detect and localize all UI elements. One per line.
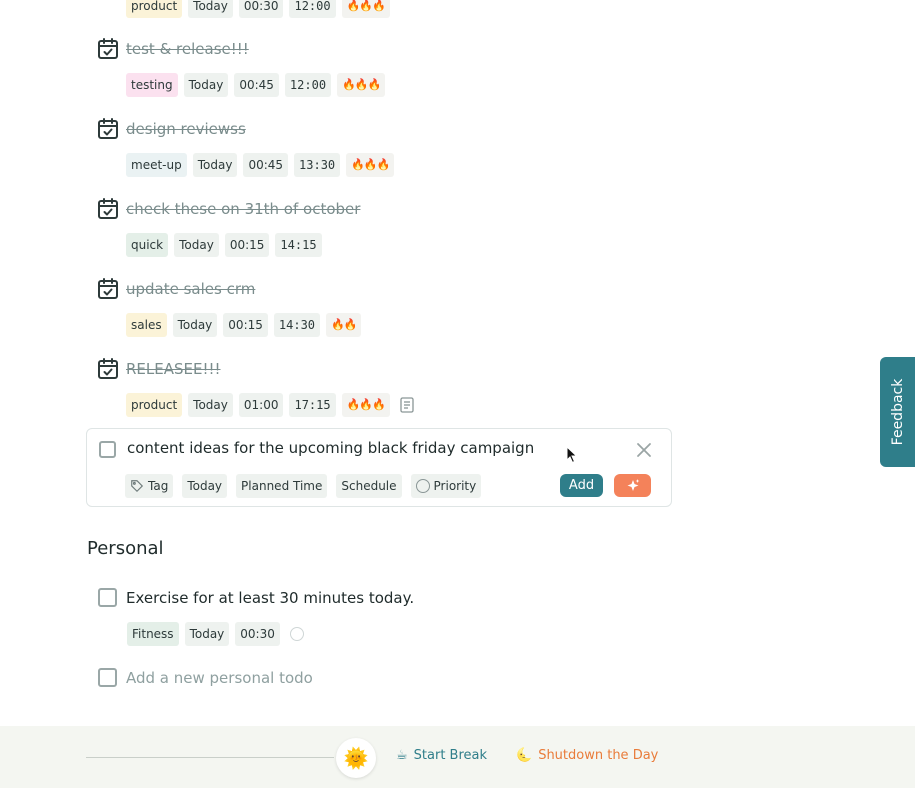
time-chip[interactable]: 12:00: [284, 73, 332, 97]
date-chip[interactable]: Today: [183, 73, 229, 97]
task-checkbox[interactable]: [98, 588, 117, 607]
shutdown-day-label: Shutdown the Day: [538, 748, 659, 763]
planned-time-button[interactable]: Planned Time: [236, 474, 328, 498]
sparkle-icon: [627, 479, 640, 491]
add-personal-todo[interactable]: Add a new personal todo: [98, 668, 313, 687]
priority-circle-icon: [415, 479, 430, 493]
date-chip[interactable]: Today: [174, 233, 219, 257]
feedback-tab[interactable]: Feedback: [880, 357, 915, 467]
moon-icon: 🌜: [516, 748, 533, 763]
mouse-cursor-icon: [566, 446, 578, 464]
add-button[interactable]: Add: [560, 474, 603, 497]
tag-chip[interactable]: product: [126, 393, 183, 417]
task-chips: Fitness Today 00:30: [127, 622, 304, 646]
task-title[interactable]: update sales crm: [126, 280, 255, 298]
sun-button[interactable]: 🌞: [336, 738, 376, 778]
task-checkbox[interactable]: [99, 441, 116, 458]
priority-chip[interactable]: 🔥🔥🔥: [346, 153, 395, 177]
add-todo-input[interactable]: Add a new personal todo: [126, 669, 313, 687]
calendar-check-icon[interactable]: [96, 277, 120, 301]
start-break-button[interactable]: ☕ Start Break: [396, 748, 487, 763]
priority-circle-icon[interactable]: [289, 627, 304, 641]
personal-todo-item[interactable]: Exercise for at least 30 minutes today.: [98, 588, 414, 607]
task-title[interactable]: check these on 31th of october: [126, 200, 360, 218]
date-chip[interactable]: Today: [192, 153, 238, 177]
task-chips: meet-up Today 00:45 13:30 🔥🔥🔥: [126, 153, 395, 177]
date-chip[interactable]: Today: [172, 313, 218, 337]
tag-button[interactable]: Tag: [125, 474, 174, 498]
calendar-check-icon[interactable]: [96, 357, 120, 381]
priority-chip[interactable]: 🔥🔥: [326, 313, 362, 337]
duration-chip[interactable]: 01:00: [238, 393, 284, 417]
time-chip[interactable]: 14:30: [273, 313, 321, 337]
tag-button-label: Tag: [148, 479, 169, 493]
time-chip[interactable]: 17:15: [289, 393, 336, 417]
duration-chip[interactable]: 00:30: [235, 622, 280, 646]
start-break-label: Start Break: [413, 748, 488, 763]
calendar-check-icon[interactable]: [96, 117, 120, 141]
task-chips: product Today 00:30 12:00 🔥🔥🔥: [126, 0, 390, 18]
time-chip[interactable]: 13:30: [294, 153, 341, 177]
tag-icon: [131, 480, 144, 493]
ai-assist-button[interactable]: [614, 474, 651, 497]
footer-bar: 🌞 ☕ Start Break 🌜 Shutdown the Day: [0, 726, 915, 788]
tag-chip[interactable]: product: [126, 0, 183, 18]
priority-chip[interactable]: 🔥🔥🔥: [337, 73, 386, 97]
task-title[interactable]: test & release!!!: [126, 40, 249, 58]
task-title-input[interactable]: [127, 439, 607, 457]
tag-chip[interactable]: quick: [126, 233, 169, 257]
tag-chip[interactable]: testing: [126, 73, 178, 97]
task-chips: testing Today 00:45 12:00 🔥🔥🔥: [126, 73, 386, 97]
calendar-check-icon[interactable]: [96, 37, 120, 61]
note-icon[interactable]: [400, 397, 414, 413]
tag-chip[interactable]: meet-up: [126, 153, 187, 177]
divider: [86, 757, 334, 758]
new-task-editor: Tag Today Planned Time Schedule Priority…: [86, 428, 672, 507]
date-chip[interactable]: Today: [188, 0, 233, 18]
date-chip[interactable]: Today: [184, 622, 230, 646]
section-title-personal: Personal: [87, 538, 164, 559]
duration-chip[interactable]: 00:15: [223, 313, 268, 337]
coffee-icon: ☕: [396, 748, 408, 763]
task-chips: product Today 01:00 17:15 🔥🔥🔥: [126, 393, 414, 417]
priority-chip[interactable]: 🔥🔥🔥: [341, 393, 390, 417]
shutdown-day-button[interactable]: 🌜 Shutdown the Day: [516, 748, 658, 763]
task-title[interactable]: Exercise for at least 30 minutes today.: [126, 589, 414, 607]
schedule-button[interactable]: Schedule: [336, 474, 402, 498]
duration-chip[interactable]: 00:45: [243, 153, 289, 177]
task-checkbox[interactable]: [98, 668, 117, 687]
priority-button[interactable]: Priority: [410, 474, 482, 498]
editor-options: Tag Today Planned Time Schedule Priority: [125, 474, 482, 498]
close-icon[interactable]: [635, 441, 653, 459]
calendar-check-icon[interactable]: [96, 197, 120, 221]
duration-chip[interactable]: 00:30: [238, 0, 284, 18]
priority-chip[interactable]: 🔥🔥🔥: [341, 0, 390, 18]
tag-chip[interactable]: Fitness: [127, 622, 179, 646]
task-chips: quick Today 00:15 14:15: [126, 233, 322, 257]
priority-button-label: Priority: [433, 479, 477, 493]
date-chip[interactable]: Today: [188, 393, 233, 417]
task-title[interactable]: RELEASEE!!!: [126, 360, 221, 378]
duration-chip[interactable]: 00:15: [224, 233, 270, 257]
time-chip[interactable]: 12:00: [289, 0, 336, 18]
sun-icon: 🌞: [343, 746, 369, 770]
task-chips: sales Today 00:15 14:30 🔥🔥: [126, 313, 362, 337]
date-button[interactable]: Today: [182, 474, 228, 498]
task-title[interactable]: design reviewss: [126, 120, 246, 138]
duration-chip[interactable]: 00:45: [234, 73, 279, 97]
feedback-label: Feedback: [889, 378, 906, 446]
tag-chip[interactable]: sales: [126, 313, 167, 337]
time-chip[interactable]: 14:15: [275, 233, 322, 257]
